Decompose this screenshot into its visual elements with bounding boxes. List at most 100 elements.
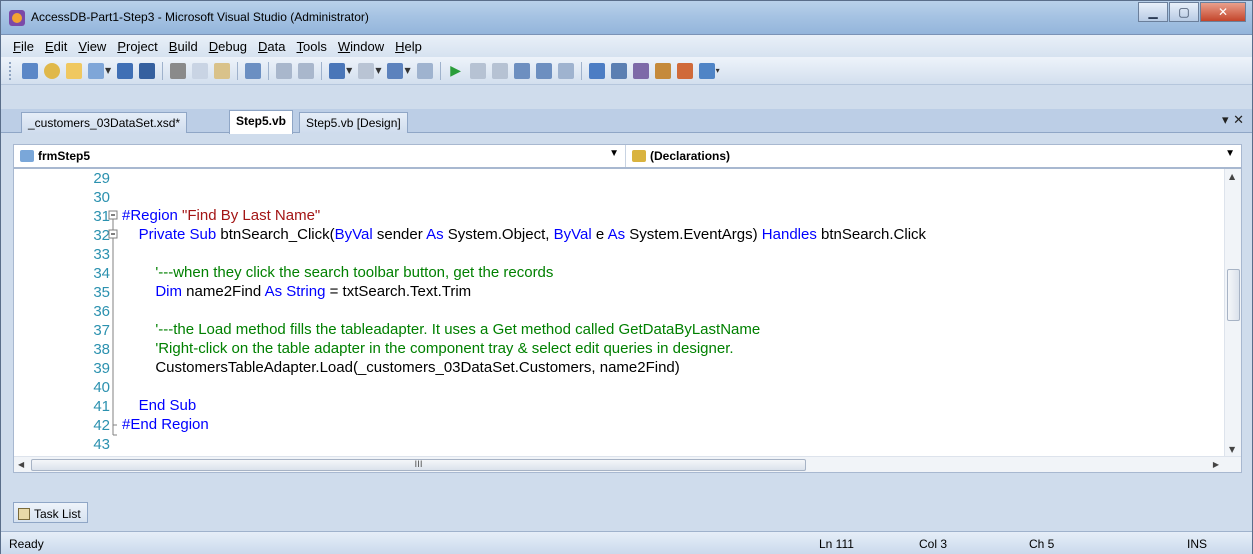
code-editor[interactable]: 29 30 31 32 33 34 35 36 37 38 39 40 41 4… xyxy=(13,168,1242,473)
toolbar-options-icon[interactable]: ▾ xyxy=(716,66,720,75)
member-dropdown-value: (Declarations) xyxy=(650,149,731,163)
pause-icon[interactable] xyxy=(469,62,486,79)
tab-window-controls[interactable]: ▾ ✕ xyxy=(1222,113,1244,128)
tab-dataset-xsd[interactable]: _customers_03DataSet.xsd* xyxy=(21,112,188,133)
status-character: Ch 5 xyxy=(1029,537,1055,551)
step-over-icon[interactable] xyxy=(535,62,552,79)
chevron-down-icon[interactable]: ▼ xyxy=(105,66,111,75)
chevron-down-icon[interactable]: ▼ xyxy=(375,66,381,75)
menu-file[interactable]: File xyxy=(13,39,34,54)
scroll-right-icon[interactable]: ▶ xyxy=(1213,460,1219,469)
save-all-icon[interactable] xyxy=(139,62,156,79)
line-number: 39 xyxy=(93,360,110,377)
string-literal: "Find By Last Name" xyxy=(182,207,321,224)
find-icon[interactable] xyxy=(245,62,262,79)
scroll-down-icon[interactable]: ▼ xyxy=(1229,445,1235,454)
horizontal-scrollbar[interactable]: ◀ III ▶ xyxy=(14,456,1241,472)
maximize-button[interactable]: ▢ xyxy=(1169,2,1199,22)
object-browser-icon[interactable] xyxy=(676,62,693,79)
scroll-left-icon[interactable]: ◀ xyxy=(18,460,24,469)
tab-task-list[interactable]: Task List xyxy=(13,502,88,523)
menu-build[interactable]: Build xyxy=(169,39,198,54)
scroll-up-icon[interactable]: ▲ xyxy=(1229,172,1235,181)
menu-help[interactable]: Help xyxy=(395,39,422,54)
navigate-forward-icon[interactable] xyxy=(416,62,433,79)
member-dropdown[interactable]: (Declarations) ▼ xyxy=(625,145,1241,167)
cut-icon[interactable] xyxy=(170,62,187,79)
keyword: ByVal xyxy=(334,226,373,243)
find-in-files-icon[interactable] xyxy=(588,62,605,79)
horizontal-scroll-thumb[interactable]: III xyxy=(31,459,806,471)
add-new-item-icon[interactable] xyxy=(88,62,104,79)
selection-margin[interactable] xyxy=(14,169,44,458)
menu-edit[interactable]: Edit xyxy=(45,39,67,54)
save-icon[interactable] xyxy=(117,62,134,79)
class-dropdown-value: frmStep5 xyxy=(38,149,91,163)
keyword: Private Sub xyxy=(138,226,217,243)
redo-icon[interactable] xyxy=(358,62,375,79)
menu-tools[interactable]: Tools xyxy=(297,39,327,54)
code-comment-line: '---when they click the search toolbar b… xyxy=(122,264,554,281)
vs-window: AccessDB-Part1-Step3 - Microsoft Visual … xyxy=(0,0,1253,554)
new-project-icon[interactable] xyxy=(22,62,38,79)
uncomment-icon[interactable] xyxy=(298,62,315,79)
document-tabs: _customers_03DataSet.xsd* Step5.vb Step5… xyxy=(1,109,1252,134)
toolbar-grip[interactable] xyxy=(9,61,13,80)
stop-icon[interactable] xyxy=(491,62,508,79)
open-file-icon[interactable] xyxy=(66,62,82,79)
class-dropdown[interactable]: frmStep5 ▼ xyxy=(14,145,625,167)
copy-icon[interactable] xyxy=(192,62,209,79)
chevron-down-icon[interactable]: ▼ xyxy=(346,66,352,75)
keyword: Handles xyxy=(761,226,817,243)
undo-icon[interactable] xyxy=(329,62,346,79)
vertical-scroll-thumb[interactable] xyxy=(1227,269,1240,321)
step-into-icon[interactable] xyxy=(513,62,530,79)
start-page-icon[interactable] xyxy=(698,62,715,79)
menu-debug[interactable]: Debug xyxy=(209,39,247,54)
keyword: As xyxy=(426,226,444,243)
window-controls: ▁ ▢ ✕ xyxy=(1137,2,1246,22)
chevron-down-icon[interactable]: ▼ xyxy=(609,148,619,159)
code-area[interactable]: #Region "Find By Last Name" Private Sub … xyxy=(122,169,926,454)
line-number: 42 xyxy=(93,417,110,434)
title-bar[interactable]: AccessDB-Part1-Step3 - Microsoft Visual … xyxy=(1,1,1252,35)
vertical-scrollbar[interactable]: ▲ ▼ xyxy=(1224,169,1241,458)
menu-data[interactable]: Data xyxy=(258,39,285,54)
menu-project[interactable]: Project xyxy=(117,39,157,54)
code-line: Dim name2Find As String = txtSearch.Text… xyxy=(155,283,472,300)
menu-window[interactable]: Window xyxy=(338,39,384,54)
line-number: 35 xyxy=(93,284,110,301)
status-bar: Ready Ln 111 Col 3 Ch 5 INS xyxy=(1,531,1252,554)
comment-icon[interactable] xyxy=(276,62,293,79)
keyword: As String xyxy=(264,283,326,300)
tab-step5-vb[interactable]: Step5.vb xyxy=(229,110,294,134)
minimize-button[interactable]: ▁ xyxy=(1138,2,1168,22)
line-number: 34 xyxy=(93,265,110,282)
code-line: CustomersTableAdapter.Load(_customers_03… xyxy=(122,359,680,376)
solution-explorer-icon[interactable] xyxy=(610,62,627,79)
menu-bar: File Edit View Project Build Debug Data … xyxy=(1,35,1252,57)
properties-icon[interactable] xyxy=(632,62,649,79)
toolbox-icon[interactable] xyxy=(654,62,671,79)
tab-step5-design[interactable]: Step5.vb [Design] xyxy=(299,112,408,133)
paste-icon[interactable] xyxy=(214,62,231,79)
close-button[interactable]: ✕ xyxy=(1200,2,1246,22)
line-number: 36 xyxy=(93,303,110,320)
add-item-icon[interactable] xyxy=(44,62,60,79)
code-line: Private Sub btnSearch_Click(ByVal sender… xyxy=(138,226,927,243)
toolbar-separator xyxy=(321,61,323,80)
task-list-icon xyxy=(18,508,30,520)
chevron-down-icon[interactable]: ▼ xyxy=(1225,148,1235,159)
navigate-backward-icon[interactable] xyxy=(387,62,404,79)
task-list-label: Task List xyxy=(34,507,81,521)
line-number: 33 xyxy=(93,246,110,263)
start-debugging-icon[interactable]: ▶ xyxy=(448,63,464,79)
toolbar-separator xyxy=(439,61,441,80)
menu-view[interactable]: View xyxy=(78,39,106,54)
line-number: 37 xyxy=(93,322,110,339)
chevron-down-icon[interactable]: ▼ xyxy=(404,66,410,75)
step-out-icon[interactable] xyxy=(557,62,574,79)
